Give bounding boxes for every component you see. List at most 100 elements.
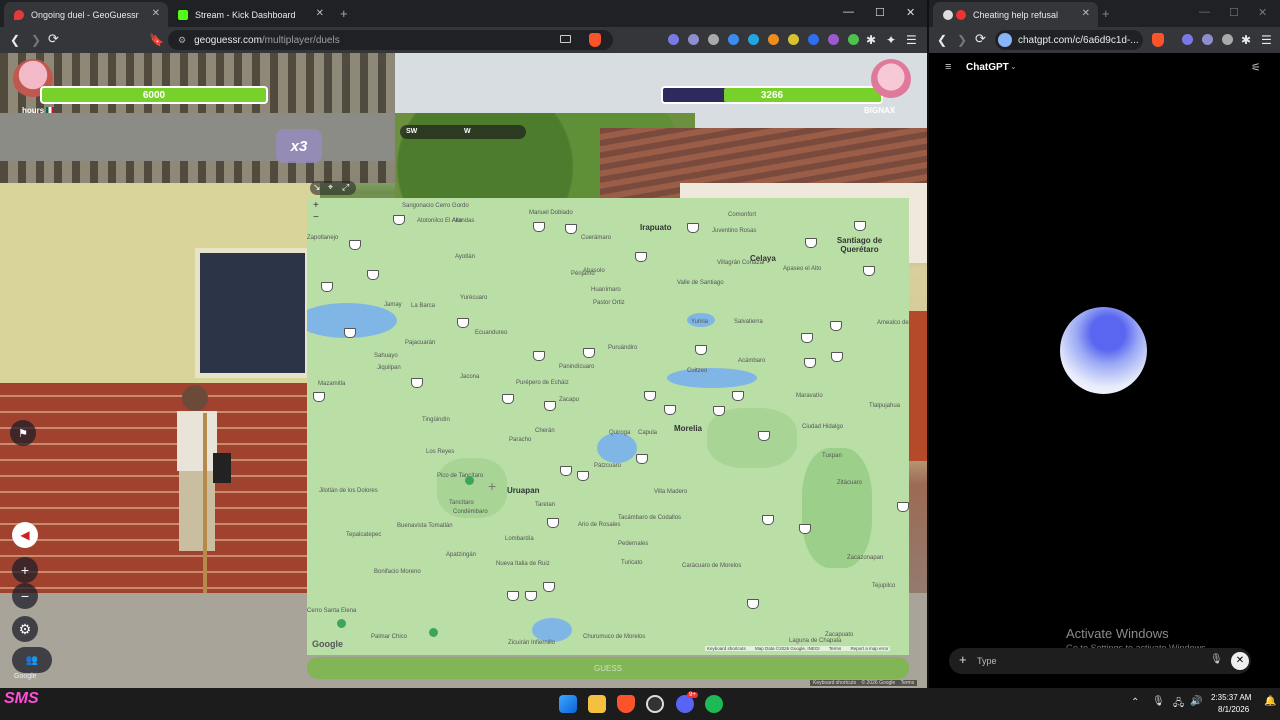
cast-icon[interactable]	[560, 35, 571, 43]
maximize-button[interactable]: ☐	[875, 6, 885, 19]
map-zoom-out[interactable]: −	[313, 212, 319, 223]
town-label: Apatzingán	[446, 552, 477, 558]
obs-icon[interactable]	[646, 695, 664, 713]
footer-terms[interactable]: Terms	[901, 680, 915, 686]
extension-icon[interactable]	[808, 34, 819, 45]
zoom-out-button[interactable]: −	[12, 583, 38, 609]
extensions-puzzle-icon[interactable]: ✱	[1241, 33, 1251, 47]
clock-time[interactable]: 2:35:37 AM	[1211, 693, 1251, 702]
tab-close-icon[interactable]: ✕	[1082, 8, 1090, 19]
extension-icon[interactable]	[1182, 34, 1193, 45]
extension-icon[interactable]	[768, 34, 779, 45]
notification-bell-icon[interactable]: 🔔	[1264, 696, 1276, 707]
extension-icon[interactable]	[1222, 34, 1233, 45]
highway-shield-icon	[804, 358, 816, 368]
network-icon[interactable]: 🖧	[1173, 696, 1184, 713]
forward-arrow-icon[interactable]: ❯	[31, 33, 41, 47]
brave-shield-icon[interactable]	[589, 33, 601, 47]
crosshair-icon: +	[488, 478, 497, 494]
town-label: Jilotlán de los Dolores	[319, 488, 378, 494]
extension-icon[interactable]	[688, 34, 699, 45]
close-window-button[interactable]: ✕	[906, 6, 915, 19]
extension-icon[interactable]	[1202, 34, 1213, 45]
sidebar-toggle-icon[interactable]: ≡	[945, 61, 951, 73]
highway-shield-icon	[544, 401, 556, 411]
clock-date[interactable]: 8/1/2026	[1218, 705, 1249, 714]
address-toolbar: ❮ ❯ ⟳ 🔖 ⚙ geoguessr.com /multiplayer/due…	[0, 27, 927, 53]
extensions-puzzle-icon[interactable]: ✱	[866, 33, 876, 47]
model-chevron-down-icon[interactable]: ⌄	[1010, 62, 1017, 71]
google-logo: Google	[312, 639, 343, 649]
menu-icon[interactable]: ☰	[1261, 33, 1272, 47]
maximize-button[interactable]: ☐	[1229, 6, 1239, 19]
map-zoom-in[interactable]: +	[313, 200, 319, 211]
extension-icon[interactable]	[728, 34, 739, 45]
extension-icon[interactable]	[848, 34, 859, 45]
plus-icon[interactable]: +	[959, 652, 967, 667]
compass-strip[interactable]: SW W	[400, 125, 526, 139]
settings-gear-icon[interactable]: ⚙	[12, 616, 38, 642]
tab-kick[interactable]: Stream - Kick Dashboard ✕	[168, 2, 332, 27]
return-to-start-icon[interactable]: 👥	[12, 647, 52, 673]
damage-multiplier-badge: x3	[276, 129, 322, 163]
voice-input-bar[interactable]: + Type 🎙 ✕	[949, 648, 1251, 674]
extension-icon[interactable]	[828, 34, 839, 45]
attr-report[interactable]: Report a map error	[850, 646, 888, 651]
guess-map[interactable]: + − Irapuato Celaya Santiago de Querétar…	[307, 198, 909, 655]
town-label: Lombardía	[505, 536, 534, 542]
report-flag-button[interactable]: ⚑	[10, 420, 36, 446]
file-explorer-icon[interactable]	[588, 695, 606, 713]
highway-shield-icon	[758, 431, 770, 441]
new-tab-button[interactable]: +	[1102, 6, 1110, 21]
minimize-button[interactable]: —	[1199, 6, 1210, 18]
sparkle-icon[interactable]: ✦	[886, 33, 896, 47]
bookmark-icon[interactable]: 🔖	[149, 33, 164, 47]
site-info-icon[interactable]: ⚙	[178, 35, 186, 46]
new-tab-button[interactable]: +	[340, 6, 348, 21]
close-window-button[interactable]: ✕	[1258, 6, 1267, 19]
tray-microphone-icon[interactable]: 🎙	[1152, 696, 1165, 707]
map-expand-icon[interactable]: ⤢	[342, 182, 349, 193]
menu-icon[interactable]: ☰	[906, 33, 917, 47]
extension-icon[interactable]	[748, 34, 759, 45]
guess-button[interactable]: GUESS	[307, 657, 909, 679]
tray-chevron-up-icon[interactable]: ⌃	[1131, 697, 1139, 708]
map-pin-icon	[465, 476, 474, 485]
windows-start-icon[interactable]	[559, 695, 577, 713]
extension-icon[interactable]	[788, 34, 799, 45]
compass-needle-button[interactable]: ◀	[12, 522, 38, 548]
end-voice-close-icon[interactable]: ✕	[1231, 652, 1249, 670]
reload-icon[interactable]: ⟳	[48, 31, 59, 47]
zoom-in-button[interactable]: +	[12, 557, 38, 583]
brave-browser-icon[interactable]	[617, 695, 635, 713]
url-bar[interactable]: ⚙ geoguessr.com /multiplayer/duels	[168, 30, 613, 50]
town-label: Ario de Rosales	[578, 522, 621, 528]
mic-permission-icon[interactable]	[998, 33, 1012, 47]
forward-arrow-icon[interactable]: ❯	[957, 33, 967, 47]
settings-sliders-icon[interactable]: ⚟	[1251, 61, 1261, 74]
tab-close-icon[interactable]: ✕	[152, 8, 160, 19]
extension-icon[interactable]	[708, 34, 719, 45]
attr-terms[interactable]: Terms	[829, 646, 841, 651]
volume-icon[interactable]: 🔊	[1190, 696, 1202, 707]
tab-geoguessr[interactable]: Ongoing duel - GeoGuessr ✕	[4, 2, 168, 27]
tab-close-icon[interactable]: ✕	[316, 8, 324, 19]
brave-shield-icon[interactable]	[1152, 33, 1164, 47]
back-arrow-icon[interactable]: ❮	[10, 33, 20, 47]
town-label: Maravatío	[796, 393, 823, 399]
map-pin-icon[interactable]: ⌖	[328, 182, 333, 193]
url-bar[interactable]: chatgpt.com/c/6a6d9c1d-...	[995, 30, 1143, 50]
tab-chatgpt[interactable]: Cheating help refusal ✕	[933, 2, 1098, 27]
microphone-icon[interactable]: 🎙	[1210, 654, 1223, 665]
back-arrow-icon[interactable]: ❮	[937, 33, 947, 47]
highway-shield-icon	[543, 582, 555, 592]
spotify-icon[interactable]	[705, 695, 723, 713]
reload-icon[interactable]: ⟳	[975, 31, 986, 47]
minimize-button[interactable]: —	[843, 6, 854, 18]
app-name[interactable]: ChatGPT	[966, 62, 1009, 73]
map-shrink-icon[interactable]: ↘	[313, 182, 321, 193]
attr-shortcuts[interactable]: Keyboard shortcuts	[707, 646, 746, 651]
footer-shortcuts[interactable]: Keyboard shortcuts	[813, 680, 856, 686]
extension-icon[interactable]	[668, 34, 679, 45]
highway-shield-icon	[525, 591, 537, 601]
